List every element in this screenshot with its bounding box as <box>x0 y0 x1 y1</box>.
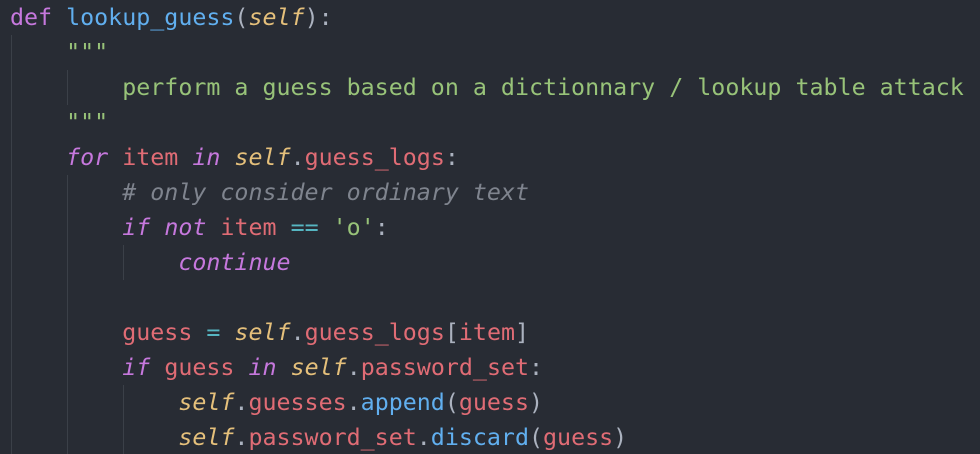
code-line-continue[interactable]: continue <box>10 245 291 280</box>
function-name: lookup_guess <box>66 4 235 31</box>
keyword-for: for <box>66 144 109 171</box>
code-line-if-not[interactable]: if not item == 'o': <box>10 210 389 245</box>
attr-guesses: guesses <box>248 389 347 416</box>
self-ref: self <box>178 424 235 451</box>
attr-guess-logs: guess_logs <box>304 319 445 346</box>
attr-password-set: password_set <box>248 424 417 451</box>
paren-close-colon: ): <box>304 4 333 31</box>
paren-open: ( <box>528 424 544 451</box>
docstring-text: perform a guess based on a dictionnary /… <box>122 74 964 101</box>
keyword-if: if <box>122 214 151 241</box>
var-item: item <box>220 214 277 241</box>
code-line-discard[interactable]: self.password_set.discard(guess) <box>10 420 627 454</box>
code-line-docstring-close[interactable]: """ <box>10 105 108 140</box>
paren-open: ( <box>444 389 459 416</box>
var-guess: guess <box>164 354 235 381</box>
code-line-docstring-open[interactable]: """ <box>10 35 108 70</box>
self-ref: self <box>234 144 291 171</box>
keyword-if: if <box>122 354 151 381</box>
code-line-def[interactable]: def lookup_guess(self): <box>10 0 333 35</box>
colon: : <box>374 214 389 241</box>
code-line-append[interactable]: self.guesses.append(guess) <box>10 385 543 420</box>
var-item: item <box>458 319 515 346</box>
var-item: item <box>122 144 179 171</box>
var-guess: guess <box>543 424 614 451</box>
dot: . <box>346 389 361 416</box>
paren-close: ) <box>529 389 544 416</box>
code-line-if-in[interactable]: if guess in self.password_set: <box>10 350 543 385</box>
attr-guess-logs: guess_logs <box>304 144 445 171</box>
self-ref: self <box>290 354 347 381</box>
dot: . <box>346 354 361 381</box>
docstring-close: """ <box>66 109 109 136</box>
code-line-docstring-text[interactable]: perform a guess based on a dictionnary /… <box>10 70 964 105</box>
var-guess: guess <box>458 389 529 416</box>
dot: . <box>290 319 305 346</box>
comment: # only consider ordinary text <box>122 179 529 206</box>
self-ref: self <box>178 389 235 416</box>
bracket-open: [ <box>444 319 459 346</box>
method-discard: discard <box>430 424 529 451</box>
code-line-for[interactable]: for item in self.guess_logs: <box>10 140 459 175</box>
code-editor[interactable]: def lookup_guess(self): """ perform a gu… <box>0 0 980 454</box>
self-ref: self <box>234 319 291 346</box>
paren-close: ) <box>613 424 628 451</box>
operator-assign: = <box>206 319 221 346</box>
paren-open: ( <box>234 4 249 31</box>
var-guess: guess <box>122 319 193 346</box>
keyword-not: not <box>164 214 207 241</box>
operator-eq: == <box>290 214 319 241</box>
code-line-comment[interactable]: # only consider ordinary text <box>10 175 529 210</box>
self-param: self <box>248 4 305 31</box>
dot: . <box>234 389 249 416</box>
keyword-continue: continue <box>178 249 291 276</box>
code-line-blank[interactable] <box>10 280 24 315</box>
colon: : <box>529 354 544 381</box>
code-line-assign[interactable]: guess = self.guess_logs[item] <box>10 315 529 350</box>
keyword-in: in <box>192 144 221 171</box>
method-append: append <box>360 389 445 416</box>
colon: : <box>444 144 459 171</box>
dot: . <box>290 144 305 171</box>
docstring-open: """ <box>66 39 109 66</box>
keyword-def: def <box>10 4 53 31</box>
keyword-in: in <box>248 354 277 381</box>
dot: . <box>234 424 249 451</box>
attr-password-set: password_set <box>360 354 530 381</box>
bracket-close: ] <box>515 319 530 346</box>
string-o: 'o' <box>332 214 375 241</box>
dot: . <box>416 424 431 451</box>
